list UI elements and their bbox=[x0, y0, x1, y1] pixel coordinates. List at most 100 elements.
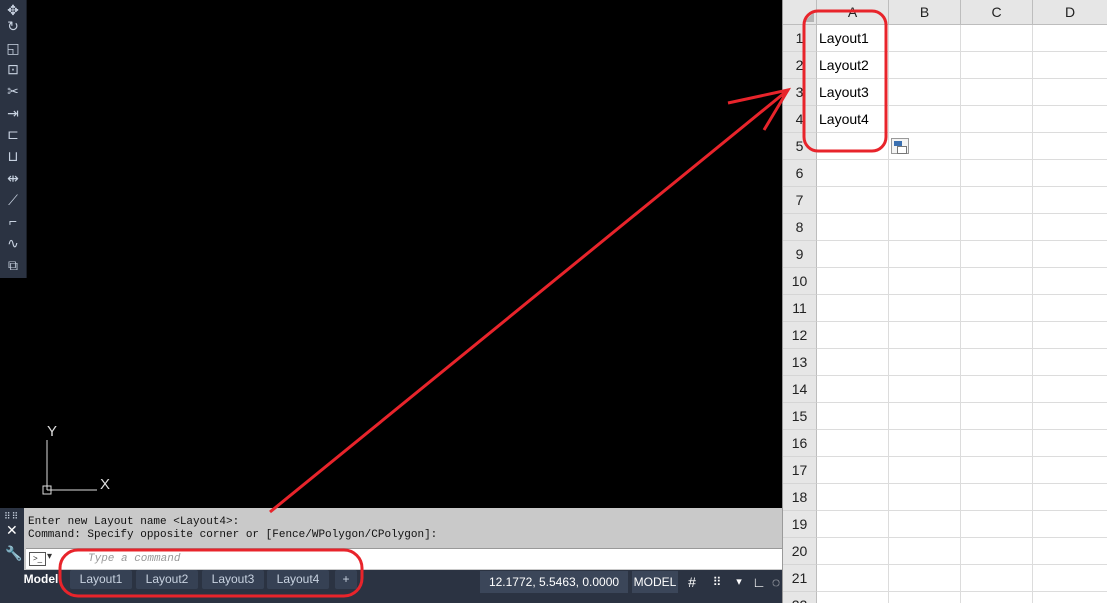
cell[interactable] bbox=[817, 160, 889, 187]
cell[interactable] bbox=[1033, 538, 1107, 565]
cell[interactable] bbox=[817, 430, 889, 457]
row-header[interactable]: 8 bbox=[783, 214, 817, 241]
row-header[interactable]: 17 bbox=[783, 457, 817, 484]
row-header[interactable]: 18 bbox=[783, 484, 817, 511]
select-all-corner[interactable] bbox=[783, 0, 817, 25]
cell[interactable] bbox=[961, 430, 1033, 457]
cell[interactable] bbox=[817, 376, 889, 403]
cell[interactable] bbox=[961, 160, 1033, 187]
cell[interactable] bbox=[961, 484, 1033, 511]
cell[interactable] bbox=[817, 214, 889, 241]
wrench-icon[interactable]: 🔧 bbox=[5, 545, 22, 562]
column-header-c[interactable]: C bbox=[961, 0, 1033, 25]
cell[interactable] bbox=[889, 322, 961, 349]
cell[interactable] bbox=[1033, 565, 1107, 592]
cell[interactable] bbox=[889, 52, 961, 79]
cell[interactable] bbox=[889, 349, 961, 376]
close-icon[interactable]: ✕ bbox=[6, 522, 18, 539]
column-header-b[interactable]: B bbox=[889, 0, 961, 25]
cell[interactable] bbox=[889, 403, 961, 430]
tab-layout2[interactable]: Layout2 bbox=[136, 570, 198, 589]
snap-icon[interactable]: ⠿ bbox=[707, 571, 727, 593]
cell[interactable] bbox=[1033, 295, 1107, 322]
cell[interactable]: Layout2 bbox=[817, 52, 889, 79]
tab-layout3[interactable]: Layout3 bbox=[202, 570, 264, 589]
cell[interactable] bbox=[817, 538, 889, 565]
row-header[interactable]: 15 bbox=[783, 403, 817, 430]
cell[interactable] bbox=[1033, 106, 1107, 133]
cell[interactable] bbox=[817, 349, 889, 376]
cell[interactable] bbox=[817, 511, 889, 538]
cell[interactable] bbox=[961, 25, 1033, 52]
cell[interactable] bbox=[889, 160, 961, 187]
row-header[interactable]: 1 bbox=[783, 25, 817, 52]
cell[interactable] bbox=[889, 376, 961, 403]
cell[interactable] bbox=[817, 403, 889, 430]
cell[interactable] bbox=[817, 322, 889, 349]
cell[interactable] bbox=[1033, 52, 1107, 79]
cell[interactable] bbox=[817, 565, 889, 592]
row-header[interactable]: 11 bbox=[783, 295, 817, 322]
row-header[interactable]: 7 bbox=[783, 187, 817, 214]
tab-layout4[interactable]: Layout4 bbox=[267, 570, 329, 589]
row-header[interactable]: 13 bbox=[783, 349, 817, 376]
cell[interactable] bbox=[817, 295, 889, 322]
cell[interactable] bbox=[1033, 511, 1107, 538]
cell[interactable] bbox=[1033, 484, 1107, 511]
cell[interactable] bbox=[817, 133, 889, 160]
cell[interactable] bbox=[961, 79, 1033, 106]
cell[interactable] bbox=[889, 592, 961, 603]
cell[interactable] bbox=[961, 106, 1033, 133]
cell[interactable] bbox=[961, 187, 1033, 214]
cell[interactable] bbox=[817, 268, 889, 295]
cell[interactable] bbox=[817, 187, 889, 214]
grid-icon[interactable]: # bbox=[682, 571, 702, 593]
cell[interactable] bbox=[889, 484, 961, 511]
cell[interactable] bbox=[1033, 322, 1107, 349]
cell[interactable] bbox=[961, 511, 1033, 538]
cell[interactable] bbox=[961, 538, 1033, 565]
row-header[interactable]: 22 bbox=[783, 592, 817, 603]
cell[interactable] bbox=[961, 376, 1033, 403]
cell[interactable] bbox=[1033, 268, 1107, 295]
cell[interactable] bbox=[1033, 25, 1107, 52]
row-header[interactable]: 21 bbox=[783, 565, 817, 592]
tab-model[interactable]: Model bbox=[18, 570, 64, 589]
cell[interactable] bbox=[889, 430, 961, 457]
cell[interactable]: Layout4 bbox=[817, 106, 889, 133]
cell[interactable] bbox=[961, 133, 1033, 160]
row-header[interactable]: 6 bbox=[783, 160, 817, 187]
cell[interactable] bbox=[961, 592, 1033, 603]
cell[interactable] bbox=[1033, 457, 1107, 484]
cell[interactable] bbox=[1033, 376, 1107, 403]
cell[interactable] bbox=[961, 349, 1033, 376]
cell[interactable]: Layout1 bbox=[817, 25, 889, 52]
row-header[interactable]: 2 bbox=[783, 52, 817, 79]
cell[interactable] bbox=[889, 79, 961, 106]
cell[interactable] bbox=[1033, 133, 1107, 160]
cell[interactable] bbox=[1033, 349, 1107, 376]
grip-icon[interactable]: ⠿⠿ bbox=[4, 511, 19, 522]
row-header[interactable]: 3 bbox=[783, 79, 817, 106]
coordinates-readout[interactable]: 12.1772, 5.5463, 0.0000 bbox=[480, 571, 628, 593]
cell[interactable] bbox=[1033, 403, 1107, 430]
command-line-handle[interactable]: ⠿⠿ ✕ 🔧 bbox=[0, 508, 24, 570]
row-header[interactable]: 14 bbox=[783, 376, 817, 403]
cell[interactable] bbox=[817, 484, 889, 511]
row-header[interactable]: 16 bbox=[783, 430, 817, 457]
column-header-a[interactable]: A bbox=[817, 0, 889, 25]
model-space-button[interactable]: MODEL bbox=[632, 571, 678, 593]
cell[interactable] bbox=[889, 214, 961, 241]
cell[interactable] bbox=[961, 403, 1033, 430]
cell[interactable] bbox=[1033, 160, 1107, 187]
command-input[interactable] bbox=[88, 551, 768, 566]
cell[interactable] bbox=[1033, 214, 1107, 241]
cell[interactable] bbox=[961, 268, 1033, 295]
cell[interactable] bbox=[1033, 187, 1107, 214]
cell[interactable] bbox=[889, 268, 961, 295]
cell[interactable]: Layout3 bbox=[817, 79, 889, 106]
cell[interactable] bbox=[817, 241, 889, 268]
cell[interactable] bbox=[1033, 592, 1107, 603]
row-header[interactable]: 5 bbox=[783, 133, 817, 160]
cell[interactable] bbox=[1033, 241, 1107, 268]
